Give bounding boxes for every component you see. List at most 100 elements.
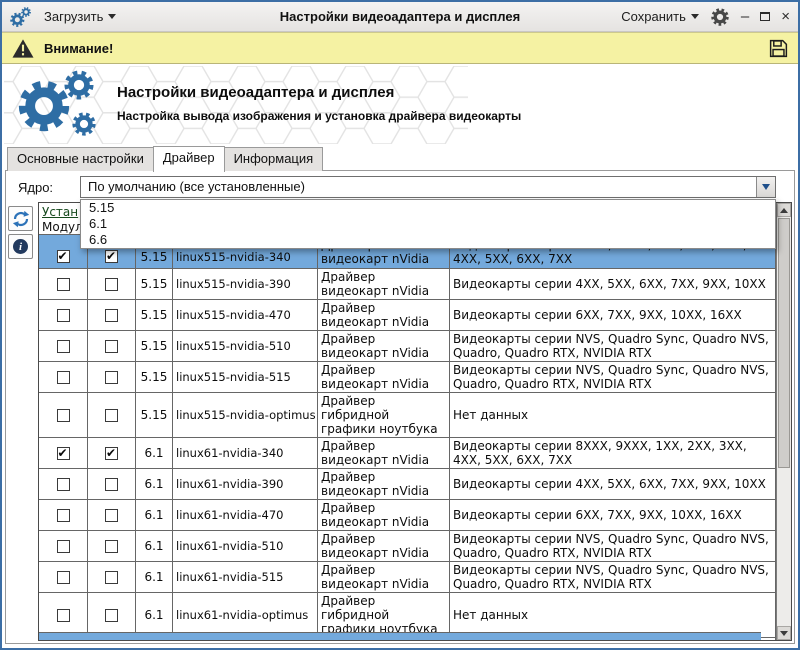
loaded-checkbox[interactable] bbox=[105, 609, 118, 622]
installed-checkbox[interactable] bbox=[57, 371, 70, 384]
cell-installed[interactable] bbox=[39, 438, 88, 468]
installed-checkbox[interactable] bbox=[57, 409, 70, 422]
cell-loaded[interactable] bbox=[88, 393, 136, 437]
cell-cards: Видеокарты серии 4XX, 5XX, 6XX, 7XX, 9XX… bbox=[450, 269, 776, 299]
cell-installed[interactable] bbox=[39, 593, 88, 637]
scroll-down-button[interactable] bbox=[777, 626, 791, 640]
cell-loaded[interactable] bbox=[88, 593, 136, 637]
driver-table-row[interactable]: 5.15linux515-nvidia-515Драйвер видеокарт… bbox=[39, 362, 776, 393]
installed-checkbox[interactable] bbox=[57, 447, 70, 460]
page-title: Настройки видеоадаптера и дисплея bbox=[117, 84, 394, 101]
cell-installed[interactable] bbox=[39, 300, 88, 330]
cell-installed[interactable] bbox=[39, 331, 88, 361]
triangle-up-icon bbox=[780, 208, 788, 213]
kernel-combobox-arrow[interactable] bbox=[756, 177, 775, 197]
loaded-checkbox[interactable] bbox=[105, 340, 118, 353]
installed-checkbox[interactable] bbox=[57, 340, 70, 353]
driver-table-row[interactable]: 6.1linux61-nvidia-515Драйвер видеокарт n… bbox=[39, 562, 776, 593]
installed-checkbox[interactable] bbox=[57, 250, 70, 263]
cell-module: linux61-nvidia-390 bbox=[173, 469, 318, 499]
settings-gear-icon[interactable] bbox=[711, 8, 729, 26]
cell-installed[interactable] bbox=[39, 500, 88, 530]
app-window: Загрузить Настройки видеоадаптера и дисп… bbox=[0, 0, 800, 650]
kernel-combobox-value: По умолчанию (все установленные) bbox=[81, 177, 756, 197]
save-button[interactable]: Сохранить bbox=[617, 7, 703, 26]
installed-checkbox[interactable] bbox=[57, 278, 70, 291]
installed-checkbox[interactable] bbox=[57, 478, 70, 491]
driver-table-rows: 5.15linux515-nvidia-340Драйвер видеокарт… bbox=[39, 235, 776, 640]
info-button[interactable]: i bbox=[8, 234, 33, 259]
warning-triangle-icon bbox=[11, 38, 35, 59]
cell-installed[interactable] bbox=[39, 269, 88, 299]
kernel-combobox[interactable]: По умолчанию (все установленные) bbox=[80, 176, 776, 198]
loaded-checkbox[interactable] bbox=[105, 509, 118, 522]
app-gears-icon bbox=[10, 6, 32, 28]
vertical-scrollbar[interactable] bbox=[776, 203, 791, 640]
close-button[interactable]: × bbox=[781, 9, 790, 24]
info-circle-icon: i bbox=[13, 239, 28, 254]
save-file-icon[interactable] bbox=[768, 38, 789, 59]
cell-cards: Видеокарты серии 8XXX, 9XXX, 1XX, 2XX, 3… bbox=[450, 438, 776, 468]
refresh-button[interactable] bbox=[8, 206, 33, 231]
cell-installed[interactable] bbox=[39, 362, 88, 392]
installed-checkbox[interactable] bbox=[57, 540, 70, 553]
cell-loaded[interactable] bbox=[88, 469, 136, 499]
cell-installed[interactable] bbox=[39, 393, 88, 437]
column-header-module[interactable]: Модул bbox=[42, 220, 83, 234]
scroll-up-button[interactable] bbox=[777, 203, 791, 217]
cell-installed[interactable] bbox=[39, 531, 88, 561]
cell-installed[interactable] bbox=[39, 469, 88, 499]
cell-kernel: 5.15 bbox=[136, 300, 173, 330]
cell-cards: Видеокарты серии 6XX, 7XX, 9XX, 10XX, 16… bbox=[450, 300, 776, 330]
loaded-checkbox[interactable] bbox=[105, 540, 118, 553]
loaded-checkbox[interactable] bbox=[105, 447, 118, 460]
kernel-option[interactable]: 6.6 bbox=[81, 232, 775, 248]
cell-loaded[interactable] bbox=[88, 531, 136, 561]
cell-loaded[interactable] bbox=[88, 300, 136, 330]
load-button[interactable]: Загрузить bbox=[40, 7, 120, 26]
loaded-checkbox[interactable] bbox=[105, 250, 118, 263]
partial-selected-row[interactable] bbox=[39, 632, 761, 640]
cell-driver: Драйвер видеокарт nVidia bbox=[318, 562, 450, 592]
driver-table-row[interactable]: 6.1linux61-nvidia-470Драйвер видеокарт n… bbox=[39, 500, 776, 531]
column-header-installed[interactable]: Устан bbox=[42, 205, 78, 219]
tab-1[interactable]: Драйвер bbox=[153, 146, 225, 172]
installed-checkbox[interactable] bbox=[57, 609, 70, 622]
cell-loaded[interactable] bbox=[88, 331, 136, 361]
cell-loaded[interactable] bbox=[88, 269, 136, 299]
driver-table-row[interactable]: 5.15linux515-nvidia-390Драйвер видеокарт… bbox=[39, 269, 776, 300]
loaded-checkbox[interactable] bbox=[105, 409, 118, 422]
kernel-option[interactable]: 5.15 bbox=[81, 200, 775, 216]
loaded-checkbox[interactable] bbox=[105, 371, 118, 384]
installed-checkbox[interactable] bbox=[57, 509, 70, 522]
driver-table-row[interactable]: 6.1linux61-nvidia-340Драйвер видеокарт n… bbox=[39, 438, 776, 469]
scrollbar-thumb[interactable] bbox=[778, 218, 790, 468]
loaded-checkbox[interactable] bbox=[105, 309, 118, 322]
header-gears-icon bbox=[18, 68, 118, 138]
kernel-option[interactable]: 6.1 bbox=[81, 216, 775, 232]
driver-table-row[interactable]: 5.15linux515-nvidia-optimusДрайвер гибри… bbox=[39, 393, 776, 438]
loaded-checkbox[interactable] bbox=[105, 278, 118, 291]
cell-loaded[interactable] bbox=[88, 500, 136, 530]
kernel-dropdown-list: 5.156.16.6 bbox=[80, 199, 776, 249]
cell-driver: Драйвер видеокарт nVidia bbox=[318, 362, 450, 392]
maximize-button[interactable] bbox=[760, 12, 770, 21]
minimize-button[interactable]: – bbox=[741, 9, 749, 24]
driver-table-row[interactable]: 5.15linux515-nvidia-510Драйвер видеокарт… bbox=[39, 331, 776, 362]
driver-table-row[interactable]: 5.15linux515-nvidia-470Драйвер видеокарт… bbox=[39, 300, 776, 331]
cell-cards: Видеокарты серии NVS, Quadro Sync, Quadr… bbox=[450, 562, 776, 592]
tab-2[interactable]: Информация bbox=[224, 147, 324, 171]
installed-checkbox[interactable] bbox=[57, 309, 70, 322]
installed-checkbox[interactable] bbox=[57, 571, 70, 584]
cell-installed[interactable] bbox=[39, 562, 88, 592]
cell-loaded[interactable] bbox=[88, 362, 136, 392]
cell-loaded[interactable] bbox=[88, 438, 136, 468]
driver-table-row[interactable]: 6.1linux61-nvidia-510Драйвер видеокарт n… bbox=[39, 531, 776, 562]
tab-0[interactable]: Основные настройки bbox=[7, 147, 154, 171]
cell-driver: Драйвер видеокарт nVidia bbox=[318, 269, 450, 299]
driver-table-row[interactable]: 6.1linux61-nvidia-390Драйвер видеокарт n… bbox=[39, 469, 776, 500]
page-subtitle: Настройка вывода изображения и установка… bbox=[117, 109, 521, 123]
cell-loaded[interactable] bbox=[88, 562, 136, 592]
loaded-checkbox[interactable] bbox=[105, 571, 118, 584]
loaded-checkbox[interactable] bbox=[105, 478, 118, 491]
